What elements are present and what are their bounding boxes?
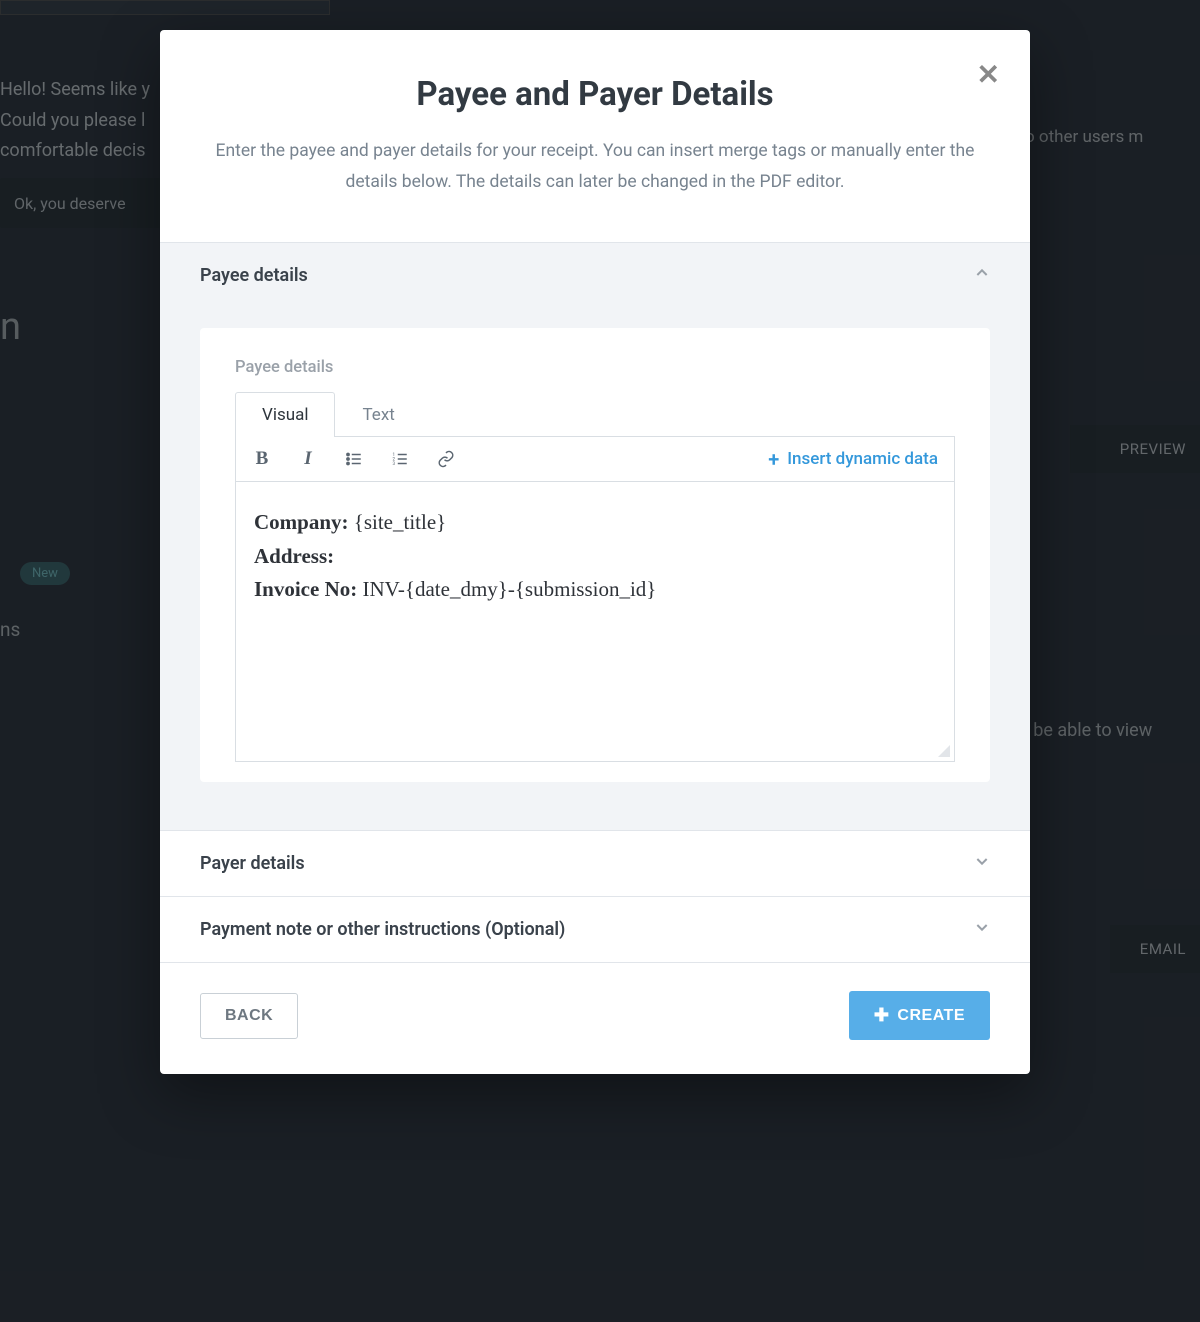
modal-footer: BACK ✚ CREATE — [160, 963, 1030, 1074]
resize-handle-icon[interactable] — [936, 743, 950, 757]
address-label: Address: — [254, 544, 334, 568]
company-label: Company: — [254, 510, 349, 534]
tab-visual[interactable]: Visual — [235, 392, 335, 437]
bullet-list-icon[interactable] — [344, 449, 364, 469]
insert-dynamic-label: Insert dynamic data — [787, 449, 938, 469]
invoice-value: INV-{date_dmy}-{submission_id} — [357, 577, 656, 601]
create-label: CREATE — [897, 1007, 965, 1025]
payee-payer-modal: ✕ Payee and Payer Details Enter the paye… — [160, 30, 1030, 1074]
toolbar-left: B I 123 — [252, 449, 456, 469]
field-label: Payee details — [235, 358, 955, 377]
editor-tabs: Visual Text — [235, 391, 955, 437]
modal-header: ✕ Payee and Payer Details Enter the paye… — [160, 30, 1030, 242]
payee-section-title: Payee details — [200, 265, 308, 286]
payment-note-section-title: Payment note or other instructions (Opti… — [200, 919, 565, 940]
invoice-label: Invoice No: — [254, 577, 357, 601]
chevron-down-icon — [974, 919, 990, 940]
create-button[interactable]: ✚ CREATE — [849, 991, 990, 1040]
close-icon[interactable]: ✕ — [977, 58, 1000, 91]
plus-icon: + — [768, 447, 779, 471]
plus-icon: ✚ — [874, 1005, 890, 1026]
editor-line: Company: {site_title} — [254, 506, 936, 540]
back-button[interactable]: BACK — [200, 993, 298, 1039]
editor-card: Payee details Visual Text B I — [200, 328, 990, 782]
chevron-up-icon — [974, 265, 990, 286]
tab-text[interactable]: Text — [335, 392, 421, 437]
payer-section-title: Payer details — [200, 853, 305, 874]
payer-section-header[interactable]: Payer details — [160, 831, 1030, 896]
editor-toolbar: B I 123 — [235, 437, 955, 482]
editor-line: Invoice No: INV-{date_dmy}-{submission_i… — [254, 573, 936, 607]
italic-icon[interactable]: I — [298, 449, 318, 469]
payment-note-section-header[interactable]: Payment note or other instructions (Opti… — [160, 897, 1030, 962]
payment-note-section: Payment note or other instructions (Opti… — [160, 897, 1030, 963]
payee-section: Payee details Payee details Visual Text … — [160, 243, 1030, 831]
payee-section-body: Payee details Visual Text B I — [160, 308, 1030, 830]
company-value: {site_title} — [349, 510, 447, 534]
chevron-down-icon — [974, 853, 990, 874]
editor-line: Address: — [254, 540, 936, 574]
link-icon[interactable] — [436, 449, 456, 469]
payer-section: Payer details — [160, 831, 1030, 897]
bold-icon[interactable]: B — [252, 449, 272, 469]
modal-description: Enter the payee and payer details for yo… — [215, 136, 975, 197]
numbered-list-icon[interactable]: 123 — [390, 449, 410, 469]
accordion: Payee details Payee details Visual Text … — [160, 242, 1030, 963]
svg-text:3: 3 — [393, 461, 396, 467]
payee-section-header[interactable]: Payee details — [160, 243, 1030, 308]
modal-title: Payee and Payer Details — [215, 75, 975, 114]
rich-text-editor[interactable]: Company: {site_title} Address: Invoice N… — [235, 482, 955, 762]
insert-dynamic-data-button[interactable]: + Insert dynamic data — [768, 447, 938, 471]
